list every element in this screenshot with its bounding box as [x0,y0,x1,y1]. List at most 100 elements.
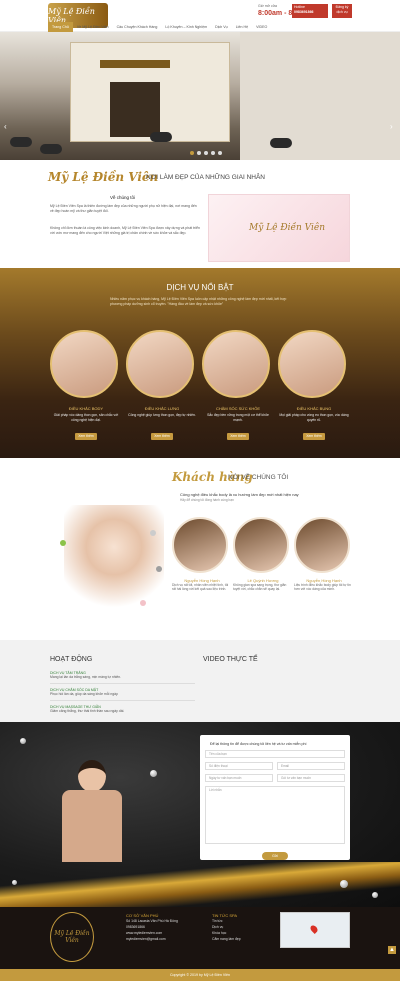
hours-label: Giờ mở cửa [258,4,277,8]
slider-dot[interactable] [204,151,208,155]
slider-dot[interactable] [190,151,194,155]
divider [50,700,195,701]
services-description: Nhiều năm phục vụ khách hàng, Mỹ Lệ Điền… [110,297,287,306]
nav-item-home[interactable]: Trang Chủ [48,22,73,32]
news-item-text: Phục hồi làn da, giúp da sáng khỏe mỗi n… [50,692,119,696]
message-textarea[interactable]: Lời nhắn [205,786,345,844]
back-to-top-icon[interactable]: ▲ [388,946,396,954]
submit-button[interactable]: Gửi [262,852,288,860]
register-button[interactable]: Đăng ký dịch vụ [332,4,352,18]
nav-item-services[interactable]: Dịch Vụ [211,22,232,32]
decor-bubble [60,540,66,546]
model-photo [64,505,164,625]
copyright: Copyright © 2019 by Mỹ Lệ Điền Viên [0,969,400,981]
decor-bubble [150,530,156,536]
nav-item-contact[interactable]: Liên Hệ [232,22,252,32]
service-text: Sắc đẹp bền vững trong một cơ thể khỏe m… [207,413,269,422]
form-title: Để lại thông tin để được chúng tôi liên … [210,742,307,746]
service-more-button[interactable]: Xem thêm [227,433,249,440]
hero-motorbike [150,132,172,142]
nav-item-about[interactable]: Về Mỹ Lệ Điền Viên [73,22,113,32]
hotline-number: 0983691866 [294,10,314,14]
service-name: CHĂM SÓC SỨC KHỎE [215,406,261,411]
service-select[interactable]: Gói tư vấn bạn muốn [277,774,345,782]
divider [50,683,195,684]
service-name: ĐIỀU KHẮC BỤNG [296,406,332,411]
about-paragraph-1: Mỹ Lệ Điền Viên Spa là thiên đường làm đ… [50,204,197,213]
decor-bubble [140,600,146,606]
hero-motorbike [270,138,292,148]
footer-email[interactable]: mylediemvien@gmail.com [126,936,206,942]
about-image: Mỹ Lệ Điền Viên [208,194,350,262]
testimonials-subtitle: NÓI VỀ CHÚNG TÔI [228,474,289,481]
decor-pearl [340,880,348,888]
nav-item-video[interactable]: VIDEO [252,22,271,32]
service-text: Giải pháp vóc dáng thon gọn, săn chắc vớ… [53,413,119,422]
hero-sign [100,60,170,68]
staff-photo [56,760,128,862]
hero-motorbike [40,144,62,154]
slider-dot[interactable] [211,151,215,155]
about-label: Về chúng tôi [110,195,136,200]
intro-subtitle: NƠI LÀM ĐẸP CỦA NHỮNG GIAI NHÂN [146,174,265,181]
testimonial-avatar [172,517,228,573]
footer-map[interactable] [280,912,350,948]
services-title: DỊCH VỤ NỔI BẬT [166,283,234,292]
slider-prev-icon[interactable]: ‹ [4,122,10,132]
hero-banner: ‹ › [0,32,400,160]
nav-item-stories[interactable]: Câu Chuyện Khách Hàng [113,22,162,32]
hotline-button[interactable]: Hotline 0983691866 [292,4,328,18]
about-image-text: Mỹ Lệ Điền Viên [249,223,326,233]
testimonial-card: Nguyễn Hồng Hạnh Liệu trình điều khắc bo… [294,517,354,592]
news-item-text: Giảm căng thẳng, thư thái tinh thần sau … [50,709,125,713]
slider-dot[interactable] [197,151,201,155]
testimonial-card: Nguyễn Hồng Hạnh Dịch vụ rất tốt, nhân v… [172,517,232,592]
service-image [202,330,270,398]
service-more-button[interactable]: Xem thêm [151,433,173,440]
about-paragraph-2: Không chỉ đơn thuần là công việc kinh do… [50,226,200,235]
hero-entrance [110,82,160,137]
intro-title: Mỹ Lệ Điền Viên [48,170,159,184]
hero-motorbike [10,137,32,147]
decor-pearl [12,880,17,885]
service-text: Công nghệ giúp lưng thon gọn, đẹp tự nhi… [128,413,196,417]
staff-uniform [62,790,122,862]
footer-logo: Mỹ Lệ Điền Viên [50,912,94,962]
footer-col-news: TIN TỨC SPA Tin tức Dịch vụ Khóa học Cẩm… [212,913,272,942]
news-item-text: Mang lại làn da trắng sáng, mịn màng tự … [50,675,122,679]
phone-input[interactable]: Số điện thoại [205,762,273,770]
testimonial-card: Lê Quỳnh Hương Không gian spa sang trọng… [233,517,293,592]
service-card[interactable]: ĐIỀU KHẮC BODY Giải pháp vóc dáng thon g… [50,330,122,440]
service-name: ĐIỀU KHẮC LƯNG [144,406,180,411]
footer-link[interactable]: Cẩm nang làm đẹp [212,936,272,942]
testimonial-text: Liệu trình điều khắc body giúp tôi tự ti… [294,583,351,592]
decor-pearl [150,770,157,777]
service-more-button[interactable]: Xem thêm [303,433,325,440]
service-image [126,330,194,398]
news-title: HOẠT ĐỘNG [50,656,93,663]
service-name: ĐIỀU KHẮC BODY [68,406,104,411]
name-input[interactable]: Tên của bạn [205,750,345,758]
testimonial-text: Không gian spa sang trọng, thư giãn tuyệ… [233,583,287,592]
testimonials-description: Công nghệ điều khắc body là xu hướng làm… [180,492,299,497]
nav-item-tips[interactable]: Lộ Khuyên – Kinh Nghiệm [161,22,211,32]
service-card[interactable]: ĐIỀU KHẮC LƯNG Công nghệ giúp lưng thon … [126,330,198,440]
video-title: VIDEO THỰC TẾ [203,656,258,663]
email-input[interactable]: Email [277,762,345,770]
date-input[interactable]: Ngày tư vấn bạn muốn [205,774,273,782]
decor-pearl [372,892,378,898]
slider-next-icon[interactable]: › [390,122,396,132]
footer-col-address: CƠ SỞ VĂN PHÚ Số 148 Lacasta Văn Phú Hà … [126,913,206,942]
testimonial-avatar [294,517,350,573]
slider-dot[interactable] [218,151,222,155]
service-more-button[interactable]: Xem thêm [75,433,97,440]
service-card[interactable]: ĐIỀU KHẮC BỤNG Mọi giải pháp cho vòng eo… [278,330,350,440]
staff-head [78,760,106,792]
slider-dots [190,151,222,155]
service-card[interactable]: CHĂM SÓC SỨC KHỎE Sắc đẹp bền vững trong… [202,330,274,440]
service-image [50,330,118,398]
testimonial-avatar [233,517,289,573]
testimonials-description-2: Hãy để chúng tôi đồng hành cùng bạn [180,498,234,502]
hero-building-right [240,32,400,160]
testimonial-text: Dịch vụ rất tốt, nhân viên nhiệt tình, t… [172,583,229,592]
